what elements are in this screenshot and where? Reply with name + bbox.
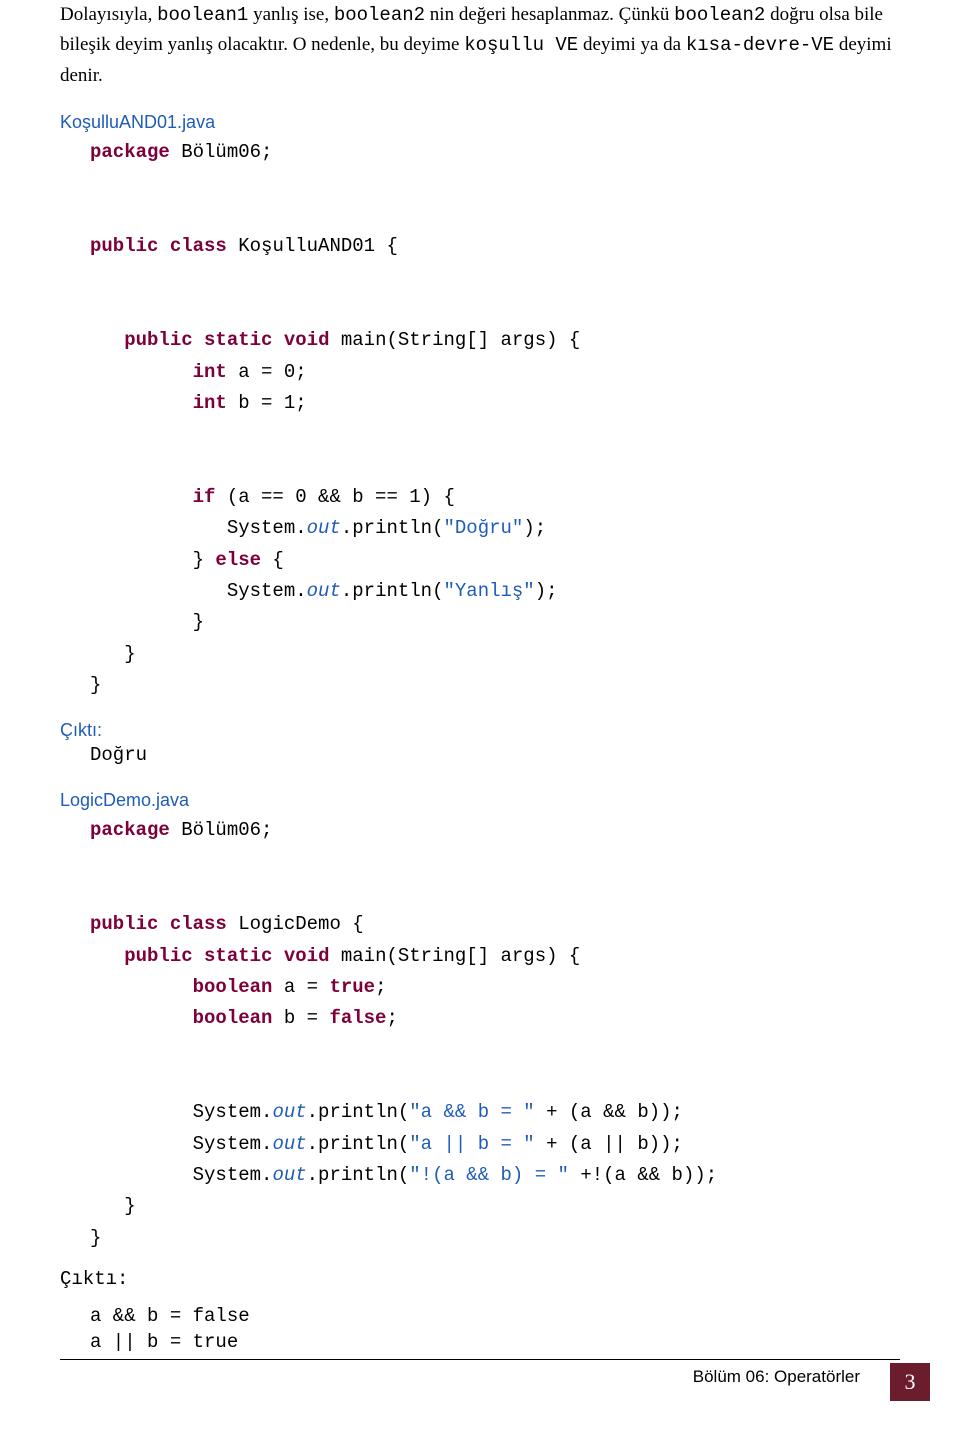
- code-text: (a == 0 && b == 1) {: [215, 486, 454, 508]
- code-text: [272, 945, 283, 967]
- code-text: main(String[] args) {: [329, 329, 580, 351]
- code-block-2: package Bölüm06; public class LogicDemo …: [60, 815, 900, 1254]
- text: yanlış ise,: [248, 4, 334, 25]
- code-text: [158, 913, 169, 935]
- code-text: [193, 945, 204, 967]
- keyword: public: [90, 329, 193, 351]
- code-text: b = 1;: [227, 392, 307, 414]
- output-label-2: Çıktı:: [60, 1268, 900, 1290]
- code-text: ;: [375, 976, 386, 998]
- intro-paragraph: Dolayısıyla, boolean1 yanlış ise, boolea…: [60, 0, 900, 90]
- code-text: ;: [386, 1007, 397, 1029]
- keyword: static: [204, 329, 272, 351]
- code-block-1: package Bölüm06; public class KoşulluAND…: [60, 137, 900, 701]
- code-italic: out: [307, 517, 341, 539]
- file-label-1: KoşulluAND01.java: [60, 112, 900, 133]
- string-literal: "a || b = ": [409, 1133, 534, 1155]
- keyword: package: [90, 141, 170, 163]
- text: deyimi ya da: [578, 34, 686, 55]
- keyword: void: [284, 329, 330, 351]
- keyword: void: [284, 945, 330, 967]
- keyword: class: [170, 235, 227, 257]
- keyword: public: [90, 235, 158, 257]
- code-text: .println(: [341, 580, 444, 602]
- output-text-2: a && b = false a || b = true: [60, 1304, 900, 1355]
- keyword: class: [170, 913, 227, 935]
- output-text-1: Doğru: [60, 743, 900, 769]
- code-italic: out: [272, 1164, 306, 1186]
- code-text: }: [90, 1195, 136, 1217]
- code-text: + (a || b));: [535, 1133, 683, 1155]
- keyword: static: [204, 945, 272, 967]
- keyword: false: [329, 1007, 386, 1029]
- code-text: main(String[] args) {: [329, 945, 580, 967]
- code-text: System.: [90, 1101, 272, 1123]
- keyword: int: [90, 392, 227, 414]
- keyword: boolean: [90, 976, 272, 998]
- code-inline: boolean2: [334, 4, 425, 26]
- text: Dolayısıyla,: [60, 4, 157, 25]
- code-text: + (a && b));: [535, 1101, 683, 1123]
- keyword: package: [90, 819, 170, 841]
- code-text: a = 0;: [227, 361, 307, 383]
- output-line: a || b = true: [90, 1330, 900, 1356]
- code-text: .println(: [341, 517, 444, 539]
- string-literal: "!(a && b) = ": [409, 1164, 569, 1186]
- code-text: }: [90, 643, 136, 665]
- code-italic: out: [307, 580, 341, 602]
- output-line: a && b = false: [90, 1304, 900, 1330]
- string-literal: "Yanlış": [443, 580, 534, 602]
- code-text: }: [90, 1227, 101, 1249]
- code-text: .println(: [307, 1101, 410, 1123]
- text: nin değeri hesaplanmaz. Çünkü: [425, 4, 674, 25]
- keyword: public: [90, 945, 193, 967]
- string-literal: "a && b = ": [409, 1101, 534, 1123]
- footer-label: Bölüm 06: Operatörler: [693, 1367, 860, 1387]
- code-text: b =: [272, 1007, 329, 1029]
- code-italic: out: [272, 1101, 306, 1123]
- code-inline: boolean2: [674, 4, 765, 26]
- code-text: System.: [90, 517, 307, 539]
- code-text: System.: [90, 1133, 272, 1155]
- code-text: KoşulluAND01 {: [227, 235, 398, 257]
- code-text: [193, 329, 204, 351]
- string-literal: "Doğru": [443, 517, 523, 539]
- code-text: }: [90, 611, 204, 633]
- code-text: .println(: [307, 1133, 410, 1155]
- code-text: );: [535, 580, 558, 602]
- code-text: [158, 235, 169, 257]
- code-inline: koşullu VE: [464, 34, 578, 56]
- code-text: Bölüm06;: [170, 141, 273, 163]
- code-text: LogicDemo {: [227, 913, 364, 935]
- code-text: System.: [90, 580, 307, 602]
- page-number: 3: [890, 1363, 930, 1401]
- code-text: [272, 329, 283, 351]
- code-text: }: [90, 549, 215, 571]
- keyword: if: [90, 486, 215, 508]
- code-text: .println(: [307, 1164, 410, 1186]
- file-label-2: LogicDemo.java: [60, 790, 900, 811]
- code-italic: out: [272, 1133, 306, 1155]
- code-inline: kısa-devre-VE: [686, 34, 834, 56]
- code-text: {: [261, 549, 284, 571]
- code-inline: boolean1: [157, 4, 248, 26]
- keyword: true: [329, 976, 375, 998]
- page-content: Dolayısıyla, boolean1 yanlış ise, boolea…: [0, 0, 960, 1355]
- keyword: else: [215, 549, 261, 571]
- code-text: }: [90, 674, 101, 696]
- code-text: a =: [272, 976, 329, 998]
- code-text: +!(a && b));: [569, 1164, 717, 1186]
- code-text: );: [523, 517, 546, 539]
- code-text: Bölüm06;: [170, 819, 273, 841]
- output-label-1: Çıktı:: [60, 720, 900, 741]
- keyword: boolean: [90, 1007, 272, 1029]
- keyword: public: [90, 913, 158, 935]
- code-text: System.: [90, 1164, 272, 1186]
- footer-divider: [60, 1359, 900, 1360]
- keyword: int: [90, 361, 227, 383]
- page-footer: Bölüm 06: Operatörler 3: [0, 1359, 960, 1401]
